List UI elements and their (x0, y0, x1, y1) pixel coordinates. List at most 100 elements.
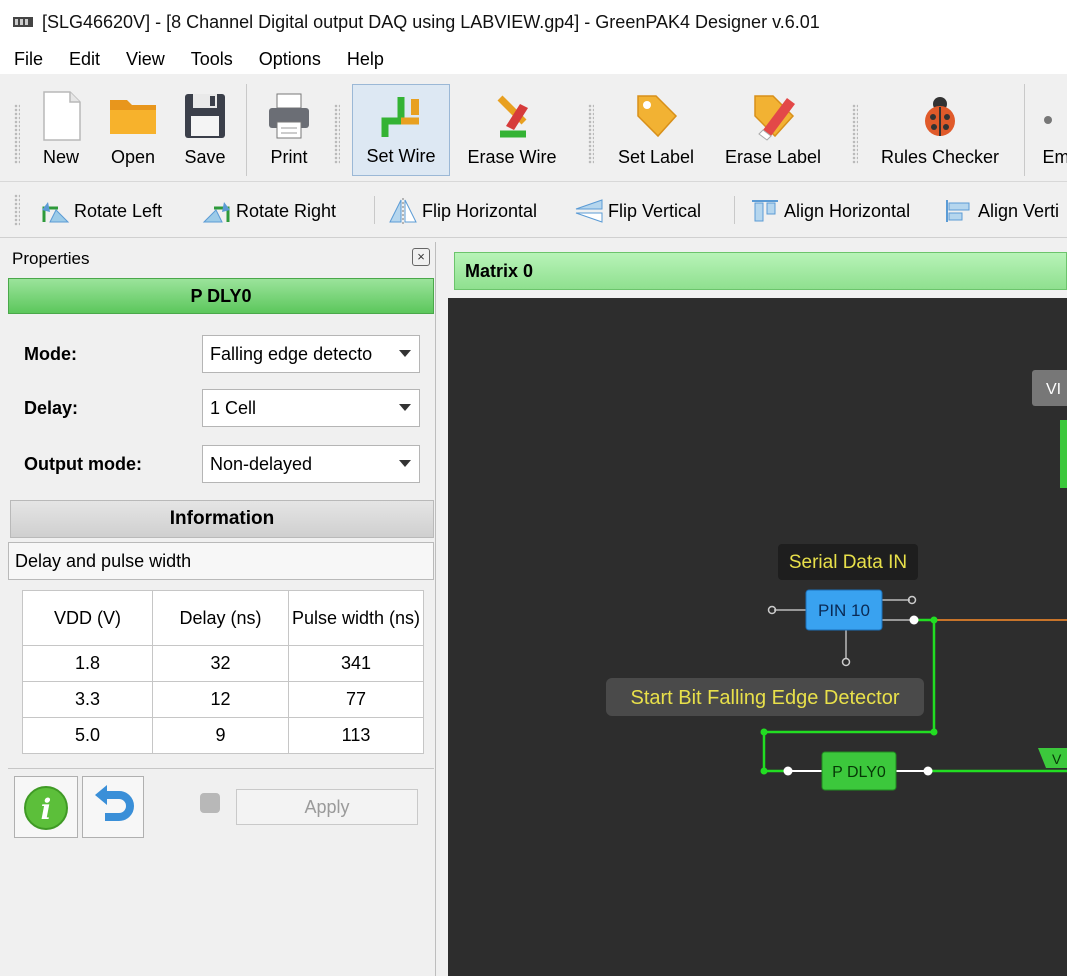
green-bus (1060, 420, 1067, 488)
floppy-disk-icon (179, 90, 231, 142)
open-button[interactable]: Open (104, 84, 162, 176)
information-header[interactable]: Information (10, 500, 434, 538)
save-button[interactable]: Save (176, 84, 234, 176)
table-cell: 5.0 (22, 717, 153, 754)
erase-wire-label: Erase Wire (467, 147, 557, 167)
align-vertical-button[interactable]: Align Verti (944, 197, 1059, 225)
toolbar-grip[interactable] (14, 194, 20, 226)
erase-label-button[interactable]: Erase Label (716, 84, 830, 176)
emulator-button[interactable]: Em (1036, 84, 1067, 176)
wire-junction (930, 616, 938, 624)
table-row: 3.3 12 77 (22, 681, 424, 718)
toolbar-grip[interactable] (588, 104, 594, 164)
svg-text:i: i (41, 793, 52, 826)
delay-row: Delay: 1 Cell (24, 388, 424, 428)
mode-value: Falling edge detecto (210, 343, 373, 364)
printer-icon (263, 90, 315, 142)
table-row: 1.8 32 341 (22, 645, 424, 682)
output-mode-select[interactable]: Non-delayed (202, 445, 420, 483)
menu-tools[interactable]: Tools (191, 49, 233, 70)
new-file-icon (35, 90, 87, 142)
delay-label: Delay: (24, 397, 79, 418)
properties-title: Properties (12, 249, 90, 268)
chevron-down-icon (399, 350, 411, 357)
rules-checker-label: Rules Checker (880, 147, 1000, 167)
erase-label-label: Erase Label (724, 147, 822, 167)
apply-button[interactable]: Apply (236, 789, 418, 825)
undo-button[interactable] (82, 776, 144, 838)
align-horizontal-label: Align Horizontal (784, 200, 911, 221)
delay-value: 1 Cell (210, 397, 257, 418)
table-cell: 1.8 (22, 645, 153, 682)
properties-action-bar: i Apply (8, 768, 434, 840)
table-header-row: VDD (V) Delay (ns) Pulse width (ns) (22, 590, 424, 646)
matrix-tab[interactable]: Matrix 0 (454, 252, 1067, 290)
connector-dot[interactable] (841, 657, 851, 667)
pin-10-label: PIN 10 (818, 601, 870, 620)
selected-block-title: P DLY0 (8, 278, 434, 314)
detector-label: Start Bit Falling Edge Detector (630, 687, 899, 709)
table-header: Delay (ns) (152, 590, 289, 646)
main-toolbar: New Open Save Print Set Wire Erase Wire (0, 74, 1067, 182)
undo-icon (95, 785, 134, 821)
rules-checker-button[interactable]: Rules Checker (872, 84, 1008, 176)
table-cell: 12 (152, 681, 289, 718)
erase-tag-icon (747, 90, 799, 142)
vdd-label: VI (1046, 381, 1061, 398)
connector-dot[interactable] (923, 766, 933, 776)
toolbar-grip[interactable] (852, 104, 858, 164)
new-button[interactable]: New (32, 84, 90, 176)
set-wire-button[interactable]: Set Wire (352, 84, 450, 176)
menu-options[interactable]: Options (259, 49, 321, 70)
menu-help[interactable]: Help (347, 49, 384, 70)
erase-wire-icon (486, 90, 538, 142)
folder-icon (107, 90, 159, 142)
align-horizontal-button[interactable]: Align Horizontal (750, 197, 910, 225)
flip-horizontal-button[interactable]: Flip Horizontal (388, 197, 537, 225)
connector-dot[interactable] (783, 766, 793, 776)
rotate-left-button[interactable]: Rotate Left (40, 197, 162, 225)
mode-select[interactable]: Falling edge detecto (202, 335, 420, 373)
table-header: Pulse width (ns) (288, 590, 424, 646)
matrix-area: Matrix 0 Serial Data IN PIN 10 Start Bit… (438, 242, 1067, 976)
info-button[interactable]: i (14, 776, 78, 838)
rotate-left-icon (40, 198, 70, 224)
print-label: Print (270, 147, 308, 167)
chevron-down-icon (399, 460, 411, 467)
connector-dot[interactable] (909, 615, 919, 625)
rotate-right-label: Rotate Right (236, 200, 337, 221)
delay-select[interactable]: 1 Cell (202, 389, 420, 427)
open-label: Open (110, 147, 156, 167)
info-icon: i (24, 786, 68, 830)
menu-edit[interactable]: Edit (69, 49, 100, 70)
flip-horizontal-label: Flip Horizontal (422, 200, 538, 221)
rotate-right-button[interactable]: Rotate Right (202, 197, 336, 225)
close-icon[interactable]: × (412, 248, 430, 266)
schematic-canvas[interactable]: Serial Data IN PIN 10 Start Bit Falling … (448, 298, 1067, 976)
set-label-button[interactable]: Set Label (610, 84, 702, 176)
table-cell: 113 (288, 717, 424, 754)
table-cell: 341 (288, 645, 424, 682)
emulator-icon (1040, 90, 1067, 142)
table-header: VDD (V) (22, 590, 153, 646)
mode-row: Mode: Falling edge detecto (24, 334, 424, 374)
erase-wire-button[interactable]: Erase Wire (458, 84, 566, 176)
output-mode-label: Output mode: (24, 453, 142, 474)
toolbar-separator (734, 196, 735, 224)
align-vertical-icon (944, 198, 974, 224)
net-label: V (1052, 751, 1062, 767)
flip-vertical-button[interactable]: Flip Vertical (574, 197, 701, 225)
align-horizontal-icon (750, 198, 780, 224)
wire-junction (760, 767, 768, 775)
menu-file[interactable]: File (14, 49, 43, 70)
menu-view[interactable]: View (126, 49, 165, 70)
toolbar-separator (1024, 84, 1025, 176)
revert-icon[interactable] (200, 793, 220, 813)
toolbar-grip[interactable] (334, 104, 340, 164)
mode-label: Mode: (24, 343, 77, 364)
chevron-down-icon (399, 404, 411, 411)
set-label-label: Set Label (617, 147, 695, 167)
print-button[interactable]: Print (258, 84, 320, 176)
toolbar-grip[interactable] (14, 104, 20, 164)
rotate-left-label: Rotate Left (74, 200, 163, 221)
